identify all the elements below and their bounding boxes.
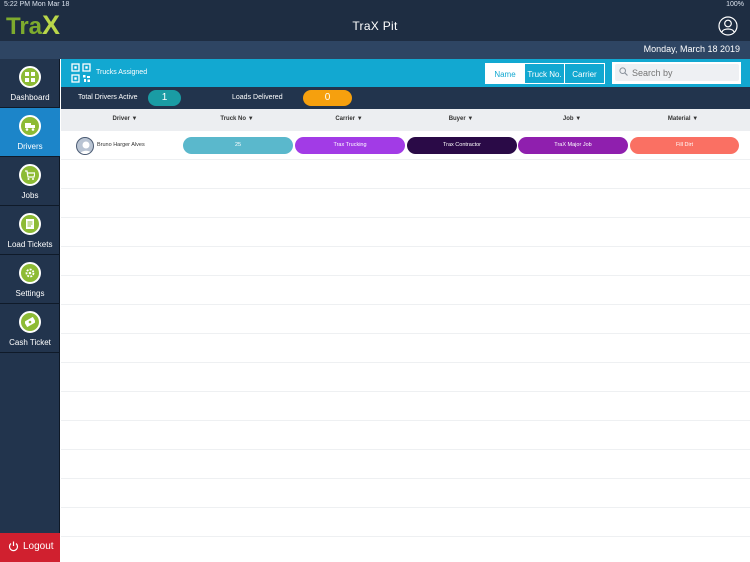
sidebar: Dashboard Drivers Jobs Load Tickets Sett… — [0, 59, 60, 562]
top-bar: TraX TraX Pit — [0, 10, 750, 41]
drivers-active-label: Total Drivers Active — [78, 94, 138, 101]
column-header-truck-no[interactable]: Truck No ▼ — [199, 116, 275, 122]
truck-icon — [19, 115, 41, 137]
empty-row — [61, 160, 750, 189]
truck-no-pill: 25 — [183, 137, 293, 154]
sidebar-item-load-tickets[interactable]: Load Tickets — [0, 206, 60, 255]
column-header-job[interactable]: Job ▼ — [534, 116, 610, 122]
section-title: Trucks Assigned — [96, 69, 148, 76]
search-input[interactable] — [632, 65, 732, 80]
filter-truck-no-button[interactable]: Truck No. — [524, 63, 565, 84]
filter-name-button[interactable]: Name — [485, 63, 525, 84]
carrier-pill: Trax Trucking — [295, 137, 405, 154]
filter-carrier-button[interactable]: Carrier — [564, 63, 605, 84]
column-header-driver[interactable]: Driver ▼ — [87, 116, 163, 122]
sidebar-item-cash-ticket[interactable]: Cash Ticket — [0, 304, 60, 353]
logout-label: Logout — [23, 541, 54, 552]
status-time: 5:22 PM Mon Mar 18 — [4, 1, 70, 8]
status-bar: 5:22 PM Mon Mar 18 100% — [0, 0, 750, 10]
empty-row — [61, 276, 750, 305]
empty-row — [61, 450, 750, 479]
sidebar-item-label: Settings — [15, 289, 45, 298]
search-box — [612, 62, 741, 84]
dashboard-icon — [19, 66, 41, 88]
gear-icon — [19, 262, 41, 284]
empty-row — [61, 508, 750, 537]
empty-row — [61, 334, 750, 363]
sidebar-item-jobs[interactable]: Jobs — [0, 157, 60, 206]
empty-row — [61, 421, 750, 450]
cash-icon — [19, 311, 41, 333]
table-header: Driver ▼ Truck No ▼ Carrier ▼ Buyer ▼ Jo… — [61, 109, 750, 131]
section-bar: Trucks Assigned Name Truck No. Carrier — [61, 59, 750, 87]
empty-row — [61, 189, 750, 218]
sidebar-item-label: Cash Ticket — [9, 338, 51, 347]
date-bar: Monday, March 18 2019 — [0, 41, 750, 59]
logout-button[interactable]: Logout — [0, 533, 60, 562]
sidebar-item-label: Load Tickets — [7, 240, 53, 249]
user-circle-icon[interactable] — [718, 16, 738, 36]
empty-row — [61, 305, 750, 334]
drivers-active-count: 1 — [148, 90, 181, 106]
column-header-carrier[interactable]: Carrier ▼ — [311, 116, 387, 122]
empty-row — [61, 363, 750, 392]
empty-row — [61, 392, 750, 421]
battery-level: 100% — [726, 1, 744, 8]
sidebar-item-dashboard[interactable]: Dashboard — [0, 59, 60, 108]
qr-code-icon — [71, 63, 91, 83]
column-header-material[interactable]: Material ▼ — [645, 116, 721, 122]
power-icon — [8, 541, 19, 552]
cart-icon — [19, 164, 41, 186]
sidebar-item-settings[interactable]: Settings — [0, 255, 60, 304]
empty-row — [61, 218, 750, 247]
table-row[interactable]: Bruno Harger Alves 25 Trax Trucking Trax… — [61, 131, 750, 160]
sidebar-item-label: Drivers — [17, 142, 43, 151]
loads-delivered-label: Loads Delivered — [232, 94, 283, 101]
driver-name: Bruno Harger Alves — [97, 142, 145, 148]
job-pill: TraX Major Job — [518, 137, 628, 154]
column-header-buyer[interactable]: Buyer ▼ — [423, 116, 499, 122]
search-icon — [619, 67, 628, 76]
sidebar-item-label: Jobs — [21, 191, 39, 200]
empty-row — [61, 479, 750, 508]
buyer-pill: Trax Contractor — [407, 137, 517, 154]
stats-bar: Total Drivers Active 1 Loads Delivered 0 — [61, 87, 750, 109]
sidebar-item-label: Dashboard — [10, 93, 50, 102]
material-pill: Fill Dirt — [630, 137, 739, 154]
empty-row — [61, 247, 750, 276]
app-title: TraX Pit — [352, 19, 398, 33]
ticket-icon — [19, 213, 41, 235]
avatar — [76, 137, 94, 155]
current-date: Monday, March 18 2019 — [643, 44, 740, 54]
loads-delivered-count: 0 — [303, 90, 352, 106]
sidebar-item-drivers[interactable]: Drivers — [0, 108, 60, 157]
